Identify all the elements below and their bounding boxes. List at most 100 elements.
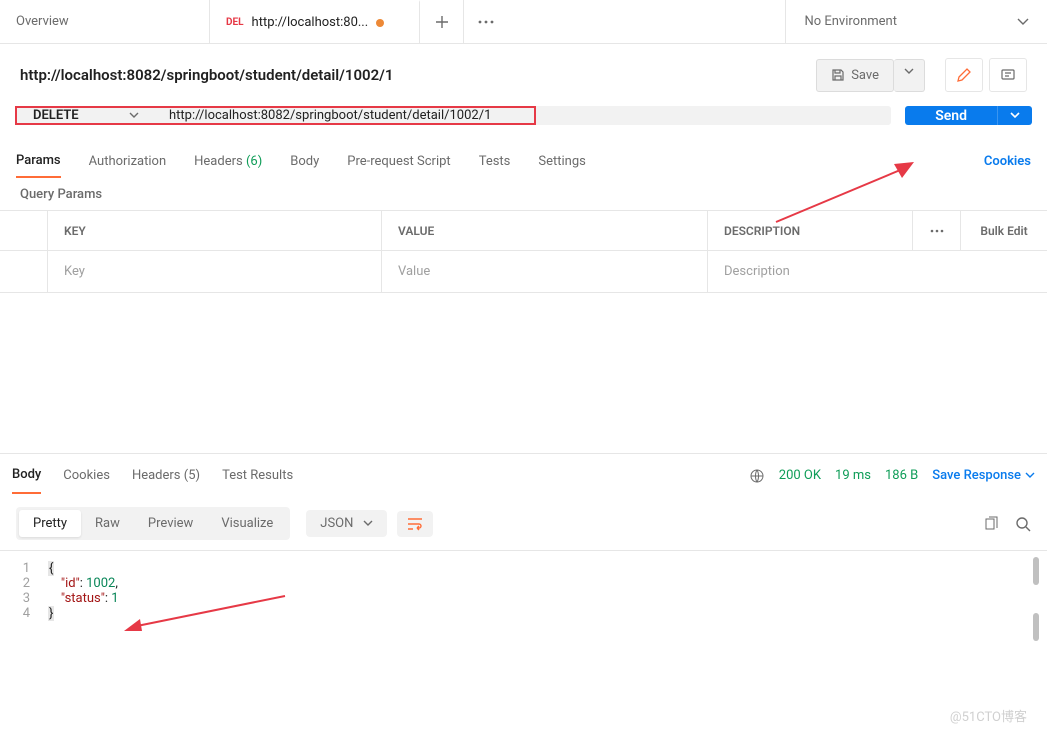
tab-request[interactable]: DEL http://localhost:80...	[210, 0, 420, 43]
scrollbar[interactable]	[1033, 613, 1039, 641]
resp-tab-headers[interactable]: Headers (5)	[132, 458, 200, 493]
view-raw[interactable]: Raw	[81, 510, 134, 537]
tab-bar: Overview DEL http://localhost:80... No E…	[0, 0, 1047, 44]
headers-count: (6)	[246, 154, 262, 169]
title-bar: http://localhost:8082/springboot/student…	[0, 44, 1047, 106]
json-value: 1002	[86, 576, 115, 591]
headers-label: Headers	[194, 154, 243, 169]
method-selector[interactable]: DELETE	[15, 106, 155, 125]
wrap-lines-button[interactable]	[397, 511, 433, 537]
param-value-input[interactable]: Value	[382, 251, 708, 292]
tab-prerequest[interactable]: Pre-request Script	[347, 146, 450, 177]
tab-overview-label: Overview	[16, 14, 69, 29]
request-title: http://localhost:8082/springboot/student…	[20, 66, 806, 84]
json-key: "id"	[61, 576, 80, 591]
params-table: KEY VALUE DESCRIPTION Bulk Edit Key Valu…	[0, 210, 1047, 293]
send-label: Send	[935, 108, 967, 124]
resp-headers-label: Headers	[132, 468, 181, 483]
url-input[interactable]: http://localhost:8082/springboot/student…	[155, 106, 536, 125]
environment-selector[interactable]: No Environment	[785, 0, 1047, 43]
cookies-link[interactable]: Cookies	[984, 154, 1031, 169]
send-button[interactable]: Send	[905, 106, 997, 125]
col-description: DESCRIPTION	[708, 211, 913, 250]
tab-headers[interactable]: Headers (6)	[194, 146, 262, 177]
url-text: http://localhost:8082/springboot/student…	[169, 108, 491, 123]
bulk-edit-button[interactable]: Bulk Edit	[961, 211, 1047, 250]
globe-icon[interactable]	[749, 468, 765, 484]
edit-button[interactable]	[945, 58, 983, 92]
resp-headers-count: (5)	[184, 468, 200, 483]
status-size: 186 B	[885, 468, 918, 483]
chevron-down-icon	[363, 520, 373, 527]
chevron-down-icon	[1017, 18, 1029, 26]
watermark: @51CTO博客	[950, 706, 1027, 725]
search-button[interactable]	[1015, 516, 1031, 532]
tab-tests[interactable]: Tests	[479, 146, 511, 177]
view-visualize[interactable]: Visualize	[207, 510, 287, 537]
view-pretty[interactable]: Pretty	[19, 510, 81, 537]
new-tab-button[interactable]	[420, 0, 464, 43]
plus-icon	[435, 15, 449, 29]
line-number: 3	[0, 591, 48, 606]
view-preview[interactable]: Preview	[134, 510, 207, 537]
resp-tab-tests[interactable]: Test Results	[222, 458, 293, 493]
params-empty-row[interactable]: Key Value Description	[0, 251, 1047, 293]
json-value: 1	[111, 591, 118, 606]
params-header: KEY VALUE DESCRIPTION Bulk Edit	[0, 211, 1047, 251]
copy-icon	[983, 516, 999, 532]
language-label: JSON	[320, 516, 353, 531]
send-group: Send	[905, 106, 1032, 125]
line-number: 4	[0, 606, 48, 621]
chevron-down-icon	[129, 112, 139, 119]
code-brace: }	[48, 606, 54, 621]
query-params-label: Query Params	[0, 179, 1047, 210]
search-icon	[1015, 516, 1031, 532]
view-mode-tabs: Pretty Raw Preview Visualize	[16, 507, 290, 540]
request-row: DELETE http://localhost:8082/springboot/…	[0, 106, 1047, 125]
param-desc-input[interactable]: Description	[708, 251, 1047, 292]
comments-button[interactable]	[989, 58, 1027, 92]
copy-button[interactable]	[983, 516, 999, 532]
save-button[interactable]: Save	[816, 59, 894, 92]
send-dropdown[interactable]	[997, 106, 1032, 125]
save-label: Save	[851, 68, 879, 83]
chevron-down-icon	[1025, 472, 1035, 479]
save-icon	[831, 68, 845, 82]
comment-icon	[1000, 67, 1016, 83]
unsaved-dot-icon	[376, 19, 384, 27]
save-dropdown[interactable]	[894, 59, 925, 92]
language-selector[interactable]: JSON	[306, 510, 387, 537]
col-value: VALUE	[382, 211, 708, 250]
scrollbar[interactable]	[1033, 557, 1039, 585]
status-code: 200 OK	[779, 468, 821, 483]
response-body[interactable]: 1{ 2 "id": 1002, 3 "status": 1 4}	[0, 551, 1047, 631]
chevron-down-icon	[1010, 112, 1020, 119]
status-time: 19 ms	[835, 468, 871, 483]
dots-icon	[478, 20, 494, 24]
tab-overview[interactable]: Overview	[0, 0, 210, 43]
pencil-icon	[956, 67, 972, 83]
request-tabs: Params Authorization Headers (6) Body Pr…	[0, 143, 1047, 179]
tab-settings[interactable]: Settings	[538, 146, 585, 177]
method-label: DELETE	[33, 108, 79, 123]
save-response-button[interactable]: Save Response	[932, 468, 1035, 483]
line-number: 2	[0, 576, 48, 591]
view-row: Pretty Raw Preview Visualize JSON	[0, 497, 1047, 551]
line-number: 1	[0, 561, 48, 576]
tab-method-badge: DEL	[226, 17, 244, 28]
dots-icon	[930, 229, 944, 233]
col-key: KEY	[48, 211, 382, 250]
resp-tab-cookies[interactable]: Cookies	[63, 458, 110, 493]
environment-label: No Environment	[804, 14, 897, 29]
tab-params[interactable]: Params	[16, 145, 61, 178]
wrap-icon	[407, 517, 423, 531]
params-more-button[interactable]	[913, 211, 961, 250]
json-key: "status"	[61, 591, 105, 606]
save-response-label: Save Response	[932, 468, 1021, 483]
param-key-input[interactable]: Key	[48, 251, 382, 292]
tab-request-label: http://localhost:80...	[252, 15, 369, 30]
tab-body[interactable]: Body	[290, 146, 319, 177]
resp-tab-body[interactable]: Body	[12, 457, 41, 494]
tab-more-button[interactable]	[464, 0, 508, 43]
tab-authorization[interactable]: Authorization	[89, 146, 167, 177]
